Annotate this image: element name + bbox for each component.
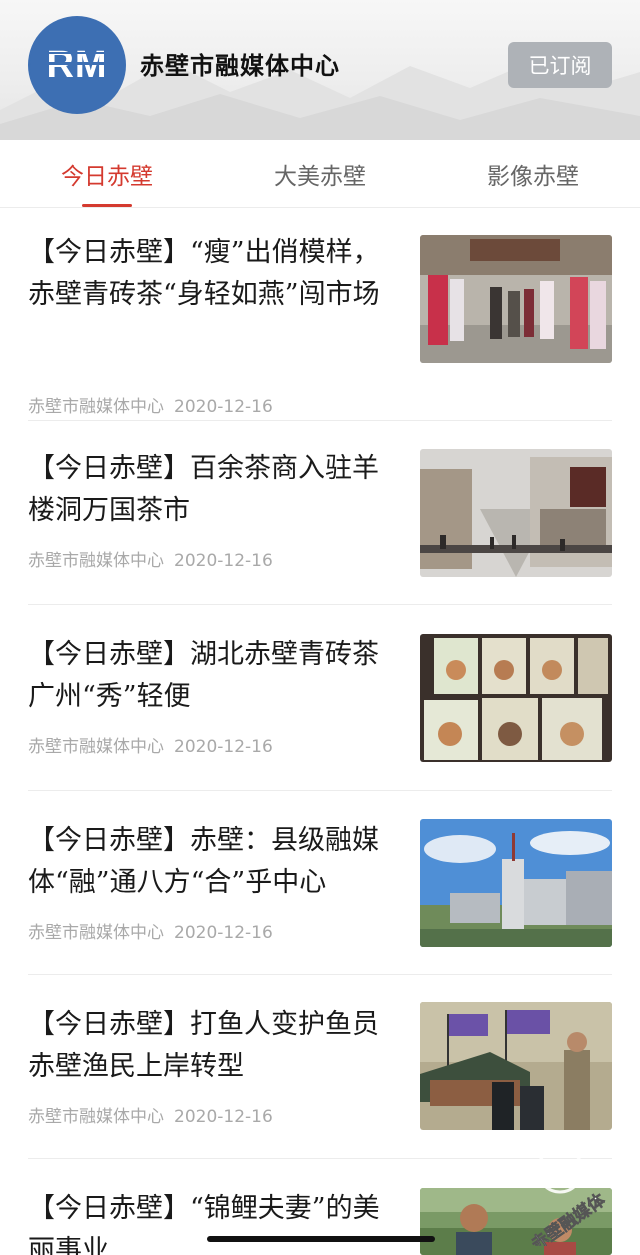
fishermen-boat-flags-image	[420, 1002, 612, 1130]
article-source: 赤壁市融媒体中心	[28, 737, 164, 757]
city-tower-skyline-image	[420, 819, 612, 947]
svg-text:赤壁融媒体: 赤壁融媒体	[527, 1189, 609, 1246]
channel-title: 赤壁市融媒体中心	[140, 51, 340, 80]
article-title: 【今日赤壁】百余茶商入驻羊楼洞万国茶市	[28, 453, 379, 526]
article-meta: 赤壁市融媒体中心 2020-12-16	[28, 918, 273, 943]
tea-market-street-image	[420, 449, 612, 577]
article-item[interactable]: 【今日赤壁】湖北赤壁青砖茶广州“秀”轻便 赤壁市融媒体中心 2020-12-16	[28, 634, 612, 774]
article-meta: 赤壁市融媒体中心 2020-12-16	[28, 546, 273, 571]
article-source: 赤壁市融媒体中心	[28, 551, 164, 571]
article-item[interactable]: 【今日赤壁】“瘦”出俏模样，赤壁青砖茶“身轻如燕”闯市场 赤壁市融媒体中心 202…	[28, 232, 612, 417]
article-item[interactable]: 【今日赤壁】打鱼人变护鱼员 赤壁渔民上岸转型 赤壁市融媒体中心 2020-12-1…	[28, 1002, 612, 1144]
tea-street-parade-image	[420, 235, 612, 363]
article-meta: 赤壁市融媒体中心 2020-12-16	[28, 392, 273, 417]
rm-logo-icon: RM	[30, 18, 124, 112]
subscribe-button[interactable]: 已订阅	[508, 42, 612, 88]
article-meta: 赤壁市融媒体中心 2020-12-16	[28, 732, 273, 757]
category-tabs: 今日赤壁 大美赤壁 影像赤壁	[0, 140, 640, 208]
article-title: 【今日赤壁】赤壁：县级融媒体“融”通八方“合”乎中心	[28, 825, 379, 898]
article-thumbnail[interactable]	[420, 819, 612, 947]
article-date: 2020-12-16	[174, 923, 273, 943]
list-divider	[28, 974, 612, 975]
home-indicator[interactable]	[207, 1236, 435, 1242]
article-item[interactable]: 【今日赤壁】百余茶商入驻羊楼洞万国茶市 赤壁市融媒体中心 2020-12-16	[28, 448, 612, 588]
tea-packaging-boxes-image	[420, 634, 612, 762]
article-date: 2020-12-16	[174, 551, 273, 571]
article-thumbnail[interactable]	[420, 449, 612, 577]
article-date: 2020-12-16	[174, 1107, 273, 1127]
tab-beautiful-chibi[interactable]: 大美赤壁	[213, 140, 427, 208]
article-meta: 赤壁市融媒体中心 2020-12-16	[28, 1102, 273, 1127]
list-divider	[28, 790, 612, 791]
tab-image-chibi[interactable]: 影像赤壁	[426, 140, 640, 208]
article-thumbnail[interactable]	[420, 235, 612, 363]
article-thumbnail[interactable]	[420, 1002, 612, 1130]
article-thumbnail[interactable]	[420, 634, 612, 762]
active-tab-indicator	[82, 204, 132, 207]
watermark-logo: 赤壁融媒体	[527, 1146, 610, 1246]
list-divider	[28, 420, 612, 421]
channel-header: RM 赤壁市融媒体中心 已订阅	[0, 0, 640, 140]
channel-logo[interactable]: RM	[28, 16, 126, 114]
list-divider	[28, 604, 612, 605]
article-item[interactable]: 【今日赤壁】赤壁：县级融媒体“融”通八方“合”乎中心 赤壁市融媒体中心 2020-…	[28, 819, 612, 960]
article-title: 【今日赤壁】湖北赤壁青砖茶广州“秀”轻便	[28, 639, 379, 712]
article-title: 【今日赤壁】打鱼人变护鱼员 赤壁渔民上岸转型	[28, 1009, 379, 1082]
article-date: 2020-12-16	[174, 397, 273, 417]
article-title: 【今日赤壁】“瘦”出俏模样，赤壁青砖茶“身轻如燕”闯市场	[28, 237, 380, 310]
article-source: 赤壁市融媒体中心	[28, 923, 164, 943]
article-source: 赤壁市融媒体中心	[28, 1107, 164, 1127]
tab-today-chibi[interactable]: 今日赤壁	[0, 140, 214, 208]
article-source: 赤壁市融媒体中心	[28, 397, 164, 417]
article-title: 【今日赤壁】“锦鲤夫妻”的美丽事业	[28, 1193, 380, 1255]
article-date: 2020-12-16	[174, 737, 273, 757]
